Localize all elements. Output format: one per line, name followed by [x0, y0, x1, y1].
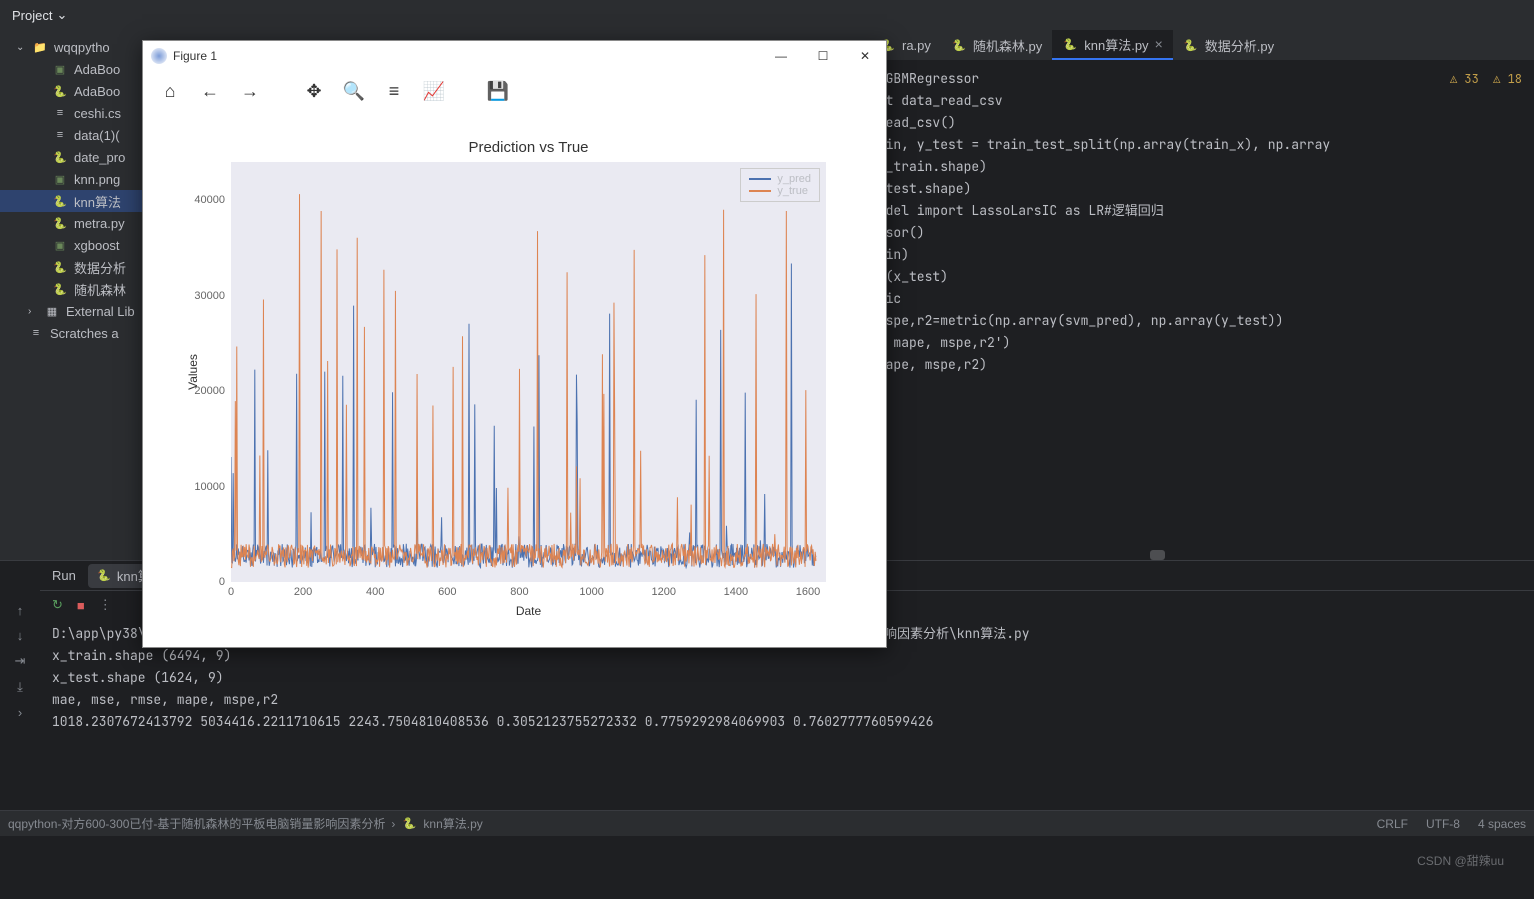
mpl-toolbar: ⌂ ← → ✥ 🔍 ≡ 📈 💾	[143, 71, 886, 111]
python-icon: 🐍	[951, 37, 967, 53]
tab-knn算法.py[interactable]: 🐍knn算法.py×	[1052, 30, 1173, 60]
figure-window: Figure 1 — ☐ ✕ ⌂ ← → ✥ 🔍 ≡ 📈 💾 Predictio…	[142, 40, 887, 648]
txt-icon: ≡	[52, 127, 68, 143]
py-icon: 🐍	[52, 259, 68, 275]
zoom-icon[interactable]: 🔍	[341, 81, 367, 102]
python-icon: 🐍	[401, 816, 417, 832]
plot-canvas[interactable]: Prediction vs True Values Date y_pred y_…	[143, 111, 886, 647]
chevron-down-icon: ⌄	[16, 42, 26, 53]
watermark: CSDN @甜辣uu	[1417, 852, 1504, 869]
configure-icon[interactable]: ≡	[381, 81, 407, 102]
chart-title: Prediction vs True	[231, 139, 826, 156]
forward-icon[interactable]: →	[237, 81, 263, 102]
home-icon[interactable]: ⌂	[157, 81, 183, 102]
close-icon[interactable]: ×	[1155, 36, 1163, 52]
rerun-icon[interactable]: ↻	[52, 597, 63, 613]
line-ending[interactable]: CRLF	[1377, 817, 1408, 831]
more-icon[interactable]: ⋮	[99, 597, 112, 613]
wrap-icon[interactable]: ⇥	[15, 653, 26, 669]
back-icon[interactable]: ←	[197, 81, 223, 102]
app-icon	[151, 48, 167, 64]
top-bar: Project ⌄	[0, 0, 1534, 30]
txt-icon: ≡	[52, 105, 68, 121]
python-icon: 🐍	[1183, 37, 1199, 53]
axes-icon[interactable]: 📈	[421, 81, 447, 102]
py-icon: 🐍	[52, 149, 68, 165]
scroll-icon[interactable]: ⤓	[17, 679, 23, 695]
python-icon: 🐍	[96, 568, 112, 584]
arrow-down-icon[interactable]: ↓	[17, 628, 24, 643]
breadcrumb-file[interactable]: knn算法.py	[423, 815, 482, 832]
warning-badge[interactable]: ⚠ 33 ⚠ 18	[1450, 68, 1522, 90]
tab-随机森林.py[interactable]: 🐍随机森林.py	[941, 30, 1052, 60]
x-axis-label: Date	[516, 604, 541, 618]
img-icon: ▣	[52, 237, 68, 253]
project-dropdown[interactable]: Project ⌄	[12, 7, 67, 23]
indent[interactable]: 4 spaces	[1478, 817, 1526, 831]
chevron-down-icon: ⌄	[56, 7, 67, 23]
window-title: Figure 1	[173, 49, 217, 63]
scratches-icon: ≡	[28, 325, 44, 341]
python-icon: 🐍	[1062, 36, 1078, 52]
breadcrumb-path[interactable]: qqpython-对方600-300已付-基于随机森林的平板电脑销量影响因素分析	[8, 815, 385, 832]
horizontal-scrollbar[interactable]	[870, 550, 1514, 560]
encoding[interactable]: UTF-8	[1426, 817, 1460, 831]
library-icon: ▦	[44, 303, 60, 319]
minimize-button[interactable]: —	[760, 41, 802, 71]
arrow-up-icon[interactable]: ↑	[17, 603, 24, 618]
expand-icon[interactable]: ›	[18, 705, 22, 720]
img-icon: ▣	[52, 171, 68, 187]
chevron-right-icon: ›	[28, 306, 38, 317]
img-icon: ▣	[52, 61, 68, 77]
close-button[interactable]: ✕	[844, 41, 886, 71]
py-icon: 🐍	[52, 215, 68, 231]
breadcrumb-bar: qqpython-对方600-300已付-基于随机森林的平板电脑销量影响因素分析…	[0, 810, 1534, 836]
stop-icon[interactable]: ■	[77, 598, 85, 613]
py-icon: 🐍	[52, 83, 68, 99]
pan-icon[interactable]: ✥	[301, 81, 327, 102]
chart-axes: Values Date y_pred y_true 01000020000300…	[231, 162, 826, 582]
folder-icon: 📁	[32, 39, 48, 55]
save-icon[interactable]: 💾	[485, 81, 511, 102]
window-titlebar[interactable]: Figure 1 — ☐ ✕	[143, 41, 886, 71]
py-icon: 🐍	[52, 193, 68, 209]
tree-root-label: wqqpytho	[54, 40, 110, 55]
tab-数据分析.py[interactable]: 🐍数据分析.py	[1173, 30, 1284, 60]
chart-legend: y_pred y_true	[740, 168, 820, 202]
py-icon: 🐍	[52, 281, 68, 297]
run-label: Run	[52, 568, 76, 583]
maximize-button[interactable]: ☐	[802, 41, 844, 71]
